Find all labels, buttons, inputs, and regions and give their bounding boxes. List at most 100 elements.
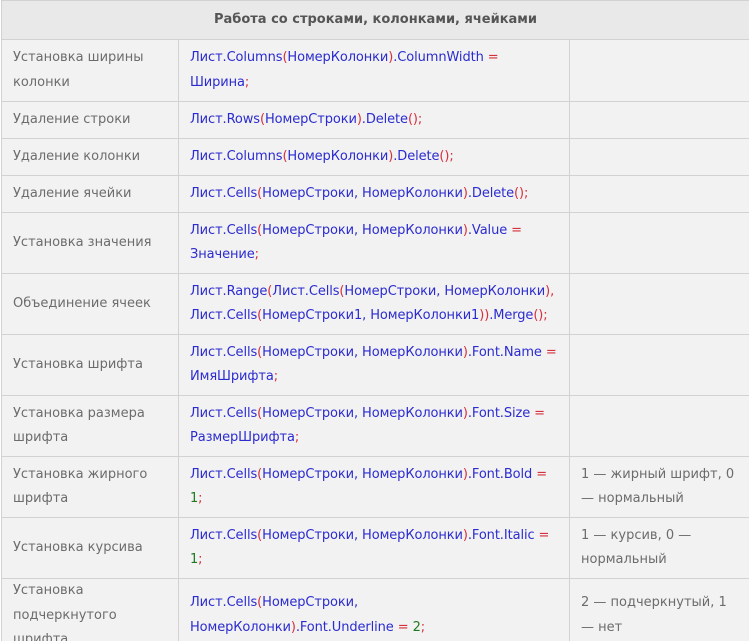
code-token: ; [294, 430, 300, 445]
operation-note [568, 138, 749, 176]
code-snippet: Лист.Cells(НомерСтроки, НомерКолонки).Va… [178, 212, 570, 274]
code-snippet: Лист.Cells(НомерСтроки, НомерКолонки).Fo… [178, 456, 570, 518]
code-token: НомерКолонки [287, 50, 389, 65]
table-row: Установка шрифта Лист.Cells(НомерСтроки, … [1, 334, 749, 396]
table-row: Установка ширины колонки Лист.Columns(Ном… [1, 39, 749, 102]
table-header-row: Работа со строками, колонками, ячейками [0, 0, 749, 40]
code-token: .Delete [361, 111, 408, 127]
code-token: Лист.Rows [190, 111, 260, 127]
code-snippet: Лист.Cells(НомерСтроки, НомерКолонки).De… [178, 175, 570, 213]
operation-name: Установка ширины колонки [1, 39, 179, 102]
code-token: (); [407, 111, 423, 127]
code-token: .ColumnWidth [393, 50, 488, 65]
code-snippet: Лист.Cells(НомерСтроки, НомерКолонки).Fo… [178, 578, 570, 641]
code-token: РазмерШрифта [190, 430, 295, 445]
code-token: ; [198, 552, 203, 567]
table-body: Установка ширины колонки Лист.Columns(Ном… [1, 39, 749, 641]
operation-name: Удаление колонки [1, 138, 179, 176]
table-title: Работа со строками, колонками, ячейками [0, 0, 749, 40]
code-token: .Font.Bold [467, 466, 537, 482]
code-snippet: Лист.Rows(НомерСтроки).Delete(); [178, 101, 570, 139]
code-snippet: Лист.Range(Лист.Cells(НомерСтроки, Номер… [178, 273, 570, 335]
operation-name: Установка жирного шрифта [1, 456, 179, 518]
operation-note [568, 273, 749, 335]
code-token: 2 [412, 619, 421, 635]
code-token: 1 [190, 552, 199, 567]
code-token: Ширина [190, 74, 245, 90]
code-token: НомерСтроки, НомерКолонки [344, 283, 546, 299]
code-token: .Value [467, 222, 512, 238]
code-token: ; [420, 619, 426, 635]
table-row: Установка подчеркнутого шрифта Лист.Cells… [1, 578, 749, 641]
code-snippet: Лист.Cells(НомерСтроки, НомерКолонки).Fo… [178, 334, 570, 396]
operation-note [568, 101, 749, 139]
code-token: Лист.Range [190, 283, 268, 299]
operation-name: Установка размера шрифта [1, 395, 179, 457]
code-token: НомерКолонки [287, 148, 389, 164]
code-token: .Merge [489, 308, 534, 323]
code-token: НомерСтроки, НомерКолонки [262, 185, 463, 201]
code-snippet: Лист.Cells(НомерСтроки, НомерКолонки).Fo… [178, 517, 570, 579]
code-token: ; [254, 247, 259, 262]
code-token: Лист.Cells [190, 344, 258, 360]
code-token: НомерСтроки, НомерКолонки [262, 222, 463, 238]
code-token: 1 [190, 491, 199, 506]
table-row: Установка размера шрифта Лист.Cells(Номер… [1, 395, 749, 457]
code-token: НомерСтроки, НомерКолонки [262, 405, 463, 421]
code-token: = [487, 50, 499, 65]
reference-table: Работа со строками, колонками, ячейками … [0, 0, 749, 641]
code-token: НомерСтроки [264, 111, 357, 127]
code-token: = [397, 619, 409, 635]
table-row: Объединение ячеек Лист.Range(Лист.Cells(Н… [1, 273, 749, 335]
code-token: (); [533, 308, 548, 323]
operation-name: Установка шрифта [1, 334, 179, 396]
code-token: ), [545, 283, 555, 299]
code-token: = [511, 222, 522, 238]
code-token: = [534, 405, 545, 421]
code-token: ИмяШрифта [190, 369, 274, 384]
code-token: Лист.Cells [190, 308, 258, 323]
code-token: Лист.Cells [190, 466, 258, 482]
code-token: (); [514, 185, 529, 201]
code-token: Лист.Cells [190, 185, 258, 201]
table-row: Удаление строки Лист.Rows(НомерСтроки).De… [1, 101, 749, 139]
operation-name: Удаление строки [1, 101, 179, 139]
operation-note: 1 — жирный шрифт, 0 — нормальный [568, 456, 749, 518]
code-token: Лист.Columns [190, 148, 283, 164]
operation-note [568, 39, 749, 102]
code-token: )) [479, 308, 490, 323]
code-token: = [538, 527, 550, 543]
code-token: = [545, 344, 557, 360]
code-token: НомерСтроки1, НомерКолонки1 [262, 308, 480, 323]
operation-name: Объединение ячеек [1, 273, 179, 335]
operation-name: Установка значения [1, 212, 179, 274]
operation-note: 2 — подчеркнутый, 1 — нет [568, 578, 749, 641]
code-token: Значение [190, 247, 255, 262]
code-token: НомерСтроки, НомерКолонки [262, 527, 463, 543]
code-token: .Font.Name [467, 344, 546, 360]
code-token: Лист.Cells [272, 283, 340, 299]
code-token: НомерСтроки, НомерКолонки [262, 344, 463, 360]
code-token: Лист.Cells [190, 405, 258, 421]
code-token: Лист.Cells [190, 595, 258, 611]
code-token: Лист.Columns [190, 50, 283, 65]
reference-table-frame: Работа со строками, колонками, ячейками … [0, 0, 749, 641]
code-token: Лист.Cells [190, 222, 258, 238]
table-row: Удаление ячейки Лист.Cells(НомерСтроки, Н… [1, 175, 749, 213]
table-row: Установка жирного шрифта Лист.Cells(Номер… [1, 456, 749, 518]
code-token: ; [198, 491, 203, 506]
operation-name: Установка курсива [1, 517, 179, 579]
code-token: .Font.Italic [467, 527, 539, 543]
table-row: Удаление колонки Лист.Columns(НомерКолонк… [1, 138, 749, 176]
table-row: Установка курсива Лист.Cells(НомерСтроки,… [1, 517, 749, 579]
code-token: ; [244, 74, 250, 90]
code-token: .Delete [393, 148, 440, 164]
code-token: Лист.Cells [190, 527, 258, 543]
operation-note [568, 334, 749, 396]
operation-note [568, 175, 749, 213]
operation-note [568, 212, 749, 274]
code-token: (); [439, 148, 454, 164]
code-token: .Font.Size [467, 405, 535, 421]
code-token: .Delete [467, 185, 515, 201]
table-row: Установка значения Лист.Cells(НомерСтроки… [1, 212, 749, 274]
